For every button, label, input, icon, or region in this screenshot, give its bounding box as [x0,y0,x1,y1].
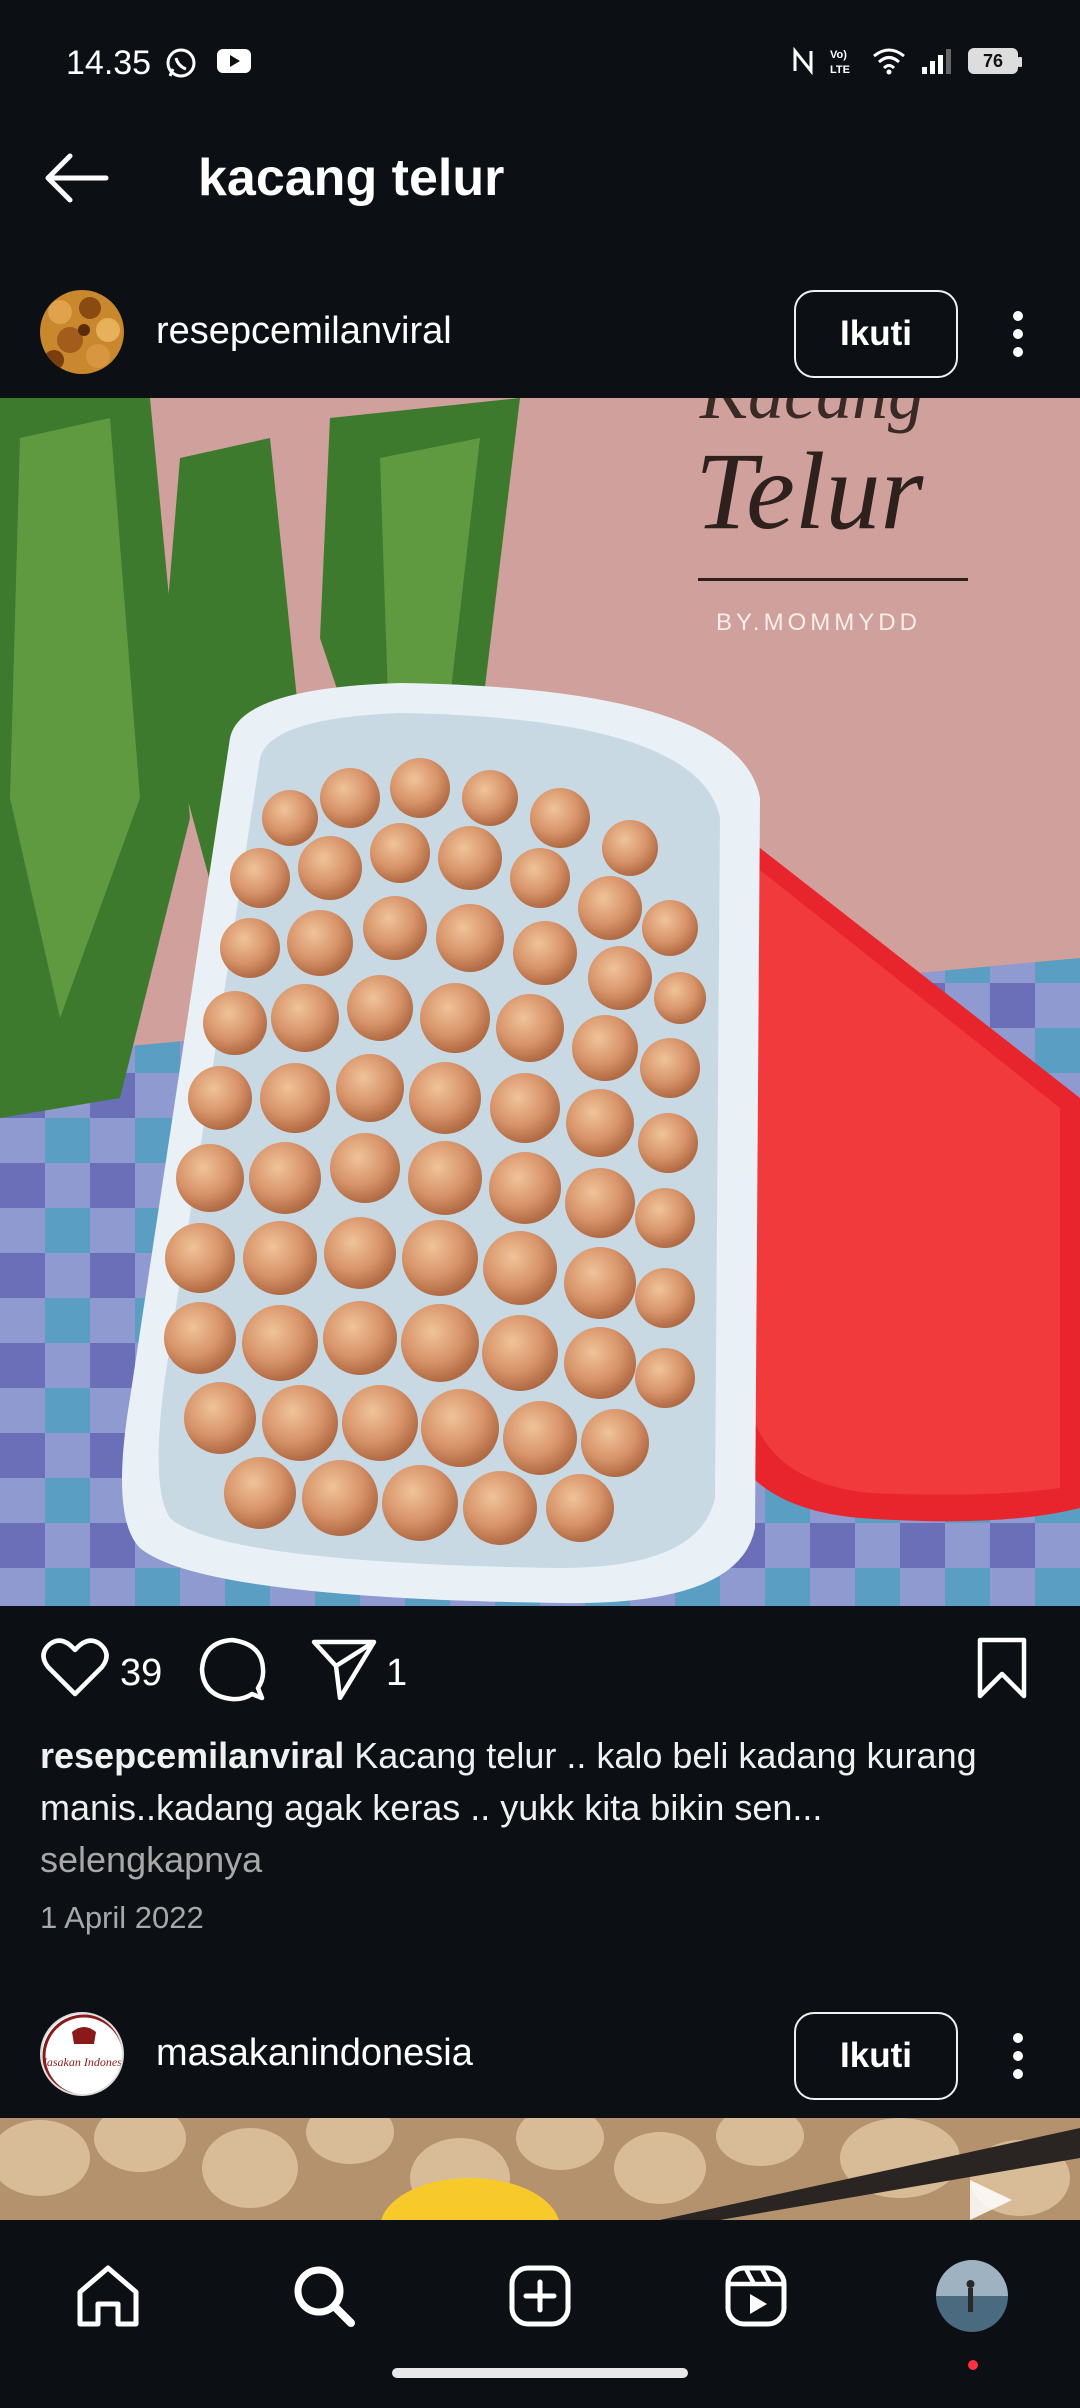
post-header: Masakan Indonesia masakanindonesia Ikuti [0,1992,1080,2112]
page-title: kacang telur [198,149,505,207]
heart-icon [41,1638,109,1697]
follow-button[interactable]: Ikuti [794,290,958,378]
profile-avatar [936,2260,1008,2332]
send-icon [311,1639,377,1701]
post-caption: resepcemilanviral Kacang telur .. kalo b… [40,1730,1050,1886]
nav-search-button[interactable] [284,2256,364,2336]
see-more-link[interactable]: selengkapnya [40,1834,1050,1886]
caption-username[interactable]: resepcemilanviral [40,1735,344,1776]
search-results-header: kacang telur [0,128,1080,228]
save-button[interactable] [974,1636,1030,1705]
post-image[interactable] [0,2118,1080,2220]
reels-icon [725,2265,787,2327]
bottom-navigation [0,2220,1080,2408]
comment-icon [199,1637,266,1702]
post-username[interactable]: masakanindonesia [156,2032,473,2075]
avatar-logo-text: Masakan Indonesia [42,2055,124,2069]
wifi-icon [873,48,905,75]
battery-indicator: 76 [968,48,1022,74]
create-icon [509,2265,571,2327]
youtube-icon [217,49,251,73]
nfc-icon [793,47,813,75]
home-icon [77,2265,139,2327]
nav-create-button[interactable] [500,2256,580,2336]
image-credit: BY.MOMMYDD [716,609,921,636]
post-actions: 39 1 [0,1606,1080,1734]
like-count: 39 [120,1652,163,1694]
post-username[interactable]: resepcemilanviral [156,310,452,353]
bookmark-icon [977,1637,1027,1699]
status-time: 14.35 [66,44,152,82]
post-header: resepcemilanviral Ikuti [0,270,1080,390]
volte-icon: Vo) LTE [830,49,850,76]
image-title-line2: Telur [695,430,924,552]
share-button[interactable] [310,1636,378,1705]
more-vertical-icon [1013,2033,1023,2079]
notification-dot [968,2360,978,2370]
more-options-button[interactable] [1000,304,1036,364]
like-button[interactable] [40,1636,110,1705]
post-date: 1 April 2022 [40,1900,204,1935]
whatsapp-icon [166,48,196,78]
follow-button[interactable]: Ikuti [794,2012,958,2100]
home-indicator[interactable] [392,2368,688,2378]
more-options-button[interactable] [1000,2026,1036,2086]
nav-profile-button[interactable] [932,2256,1012,2336]
back-button[interactable] [40,148,114,208]
back-arrow-icon [45,153,109,203]
avatar[interactable]: Masakan Indonesia [40,2012,124,2096]
post-image[interactable]: Kacang Telur BY.MOMMYDD [0,398,1080,1606]
status-bar: 14.35 Vo) LTE 76 [0,0,1080,128]
nav-home-button[interactable] [68,2256,148,2336]
svg-text:Vo): Vo) [830,49,847,61]
comment-button[interactable] [198,1636,266,1709]
more-vertical-icon [1013,311,1023,357]
share-count: 1 [386,1652,408,1694]
nav-reels-button[interactable] [716,2256,796,2336]
signal-icon [922,49,951,74]
avatar[interactable] [40,290,124,374]
svg-text:LTE: LTE [830,64,850,76]
search-icon [294,2266,355,2327]
image-title-line1: Kacang [699,398,924,434]
